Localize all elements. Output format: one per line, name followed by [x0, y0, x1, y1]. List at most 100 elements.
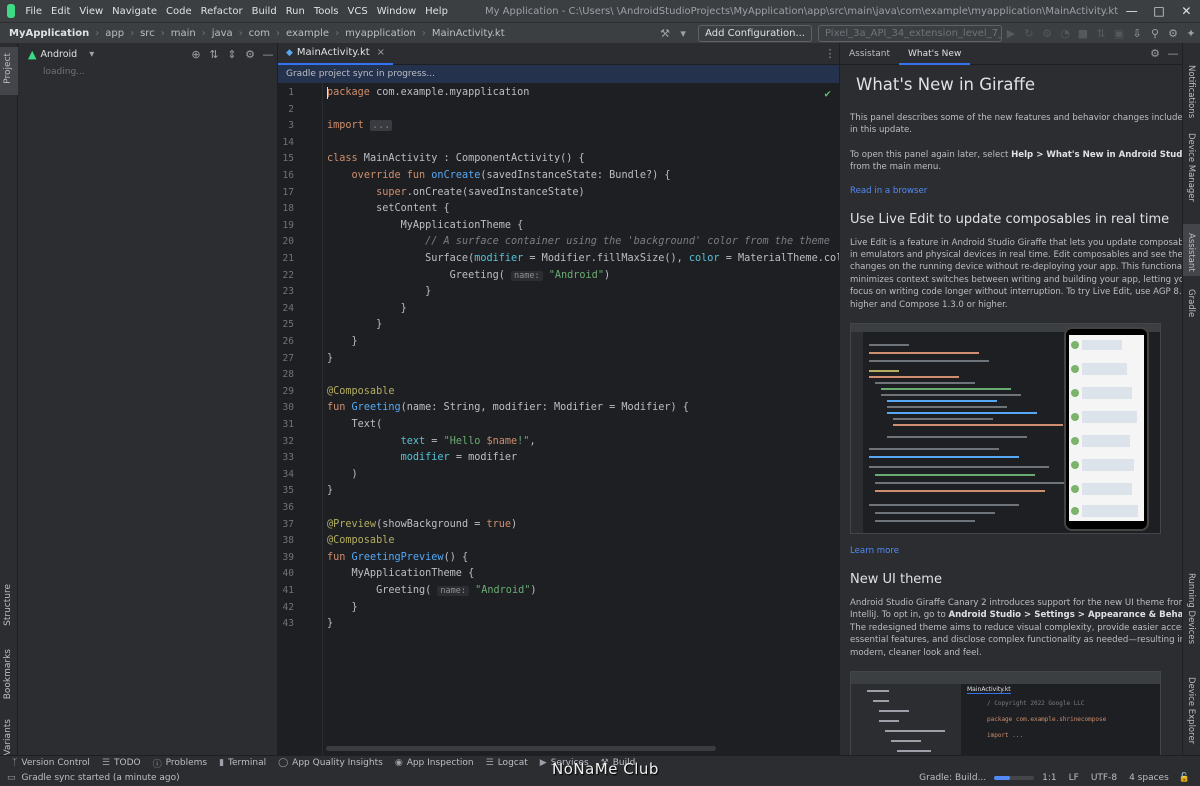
breadcrumb-item[interactable]: MyApplication — [9, 28, 89, 39]
menu-edit[interactable]: Edit — [51, 6, 70, 17]
version-control-tool[interactable]: ᛉ Version Control — [12, 758, 90, 768]
breadcrumb-item[interactable]: src — [140, 28, 155, 39]
todo-tool[interactable]: ☰ TODO — [102, 758, 141, 768]
app-inspection-tool[interactable]: ◉ App Inspection — [395, 758, 474, 768]
collapse-all-icon[interactable]: ⇕ — [223, 48, 241, 61]
assistant-tool-button[interactable]: Assistant — [1186, 233, 1196, 272]
stop-icon[interactable]: ■ — [1074, 27, 1092, 40]
code-line[interactable]: MyApplicationTheme { — [327, 568, 475, 579]
code-line[interactable]: Surface(modifier = Modifier.fillMaxSize(… — [327, 253, 867, 264]
code-line[interactable]: } — [327, 336, 358, 347]
menu-build[interactable]: Build — [252, 6, 277, 17]
lock-icon[interactable]: 🔓 — [1179, 773, 1190, 783]
code-line[interactable]: // A surface container using the 'backgr… — [327, 236, 830, 247]
minimize-icon[interactable]: — — [1118, 0, 1145, 22]
expand-all-icon[interactable]: ⇅ — [205, 48, 223, 61]
project-view-selector[interactable]: Android — [40, 49, 77, 60]
logcat-tool[interactable]: ☰ Logcat — [486, 758, 528, 768]
menu-vcs[interactable]: VCS — [348, 6, 368, 17]
bookmarks-tool-button[interactable]: Bookmarks — [3, 649, 13, 699]
caret-position[interactable]: 1:1 — [1042, 773, 1056, 783]
event-log-icon[interactable]: ▭ — [7, 773, 16, 783]
more-icon[interactable]: ⋮ — [821, 47, 839, 60]
menu-window[interactable]: Window — [377, 6, 416, 17]
code-line[interactable]: } — [327, 353, 333, 364]
locate-file-icon[interactable]: ⊕ — [187, 48, 205, 61]
close-icon[interactable]: ✕ — [1173, 0, 1200, 22]
hide-panel-icon[interactable]: — — [1164, 47, 1182, 60]
code-line[interactable]: text = "Hello $name!", — [327, 436, 536, 447]
background-task[interactable]: Gradle: Build... — [919, 773, 986, 783]
code-line[interactable]: Text( — [327, 419, 383, 430]
hide-panel-icon[interactable]: — — [259, 48, 277, 61]
dropdown-arrow-icon[interactable]: ▾ — [674, 27, 692, 40]
notifications-tool-button[interactable]: Notifications — [1186, 65, 1196, 118]
tab-assistant[interactable]: Assistant — [840, 43, 899, 65]
breadcrumb-item[interactable]: main — [171, 28, 196, 39]
breadcrumb-item[interactable]: com — [249, 28, 270, 39]
sync-gradle-icon[interactable]: ⇅ — [1092, 27, 1110, 40]
code-line[interactable]: super.onCreate(savedInstanceState) — [327, 187, 585, 198]
app-quality-insights-tool[interactable]: ◯ App Quality Insights — [278, 758, 383, 768]
menu-run[interactable]: Run — [286, 6, 305, 17]
code-line[interactable]: } — [327, 485, 333, 496]
code-line[interactable]: fun GreetingPreview() { — [327, 552, 468, 563]
tab-mainactivity[interactable]: ◆ MainActivity.kt × — [278, 43, 394, 65]
settings-icon[interactable]: ⚙ — [1164, 27, 1182, 40]
line-separator[interactable]: LF — [1069, 773, 1079, 783]
code-line[interactable]: setContent { — [327, 203, 450, 214]
apply-changes-icon[interactable]: ↻ — [1020, 27, 1038, 40]
menu-refactor[interactable]: Refactor — [201, 6, 243, 17]
menu-code[interactable]: Code — [166, 6, 192, 17]
problems-tool[interactable]: ⓘ Problems — [153, 757, 208, 770]
code-line[interactable]: class MainActivity : ComponentActivity()… — [327, 153, 585, 164]
code-line[interactable]: override fun onCreate(savedInstanceState… — [327, 170, 671, 181]
add-configuration-button[interactable]: Add Configuration... — [698, 24, 812, 42]
chevron-down-icon[interactable]: ▾ — [89, 49, 94, 60]
menu-file[interactable]: File — [25, 6, 42, 17]
code-line[interactable]: package com.example.myapplication — [327, 87, 529, 98]
code-line[interactable]: } — [327, 319, 382, 330]
code-line[interactable]: } — [327, 618, 333, 629]
gemini-icon[interactable]: ✦ — [1182, 27, 1200, 40]
device-explorer-tool-button[interactable]: Device Explorer — [1186, 677, 1196, 744]
device-selector[interactable]: Pixel_3a_API_34_extension_level_7_x86 — [818, 24, 1002, 42]
profile-icon[interactable]: ◔ — [1056, 27, 1074, 40]
status-message[interactable]: Gradle sync started (a minute ago) — [22, 773, 180, 783]
gear-icon[interactable]: ⚙ — [1146, 47, 1164, 60]
indent-setting[interactable]: 4 spaces — [1129, 773, 1169, 783]
sdk-manager-icon[interactable]: ⇩ — [1128, 27, 1146, 40]
code-line[interactable]: ) — [327, 469, 358, 480]
code-line[interactable]: @Preview(showBackground = true) — [327, 519, 517, 530]
breadcrumb-item[interactable]: example — [286, 28, 329, 39]
code-area[interactable]: 1 package com.example.myapplication 2 3 impo… — [278, 83, 867, 755]
device-manager-tool-button[interactable]: Device Manager — [1186, 133, 1196, 202]
close-tab-icon[interactable]: × — [377, 47, 385, 58]
gear-icon[interactable]: ⚙ — [241, 48, 259, 61]
code-line[interactable]: MyApplicationTheme { — [327, 220, 524, 231]
debug-icon[interactable]: ⚙ — [1038, 27, 1056, 40]
structure-tool-button[interactable]: Structure — [3, 584, 13, 626]
run-icon[interactable]: ▶ — [1002, 27, 1020, 40]
code-line[interactable]: modifier = modifier — [327, 452, 518, 463]
horizontal-scrollbar[interactable] — [326, 746, 716, 751]
code-line[interactable]: } — [327, 602, 358, 613]
code-line[interactable]: @Composable — [327, 386, 394, 397]
search-icon[interactable]: ⚲ — [1146, 27, 1164, 40]
code-line[interactable]: Greeting( name: "Android") — [327, 585, 536, 596]
code-line[interactable]: @Composable — [327, 535, 394, 546]
menu-help[interactable]: Help — [425, 6, 448, 17]
menu-view[interactable]: View — [79, 6, 103, 17]
code-line[interactable]: } — [327, 286, 431, 297]
learn-more-link[interactable]: Learn more — [850, 546, 1155, 556]
code-line[interactable]: import ... — [327, 120, 393, 132]
code-line[interactable]: Greeting( name: "Android") — [327, 270, 610, 281]
breadcrumb-item[interactable]: java — [212, 28, 233, 39]
project-tool-button[interactable]: Project — [3, 53, 13, 84]
maximize-icon[interactable]: □ — [1145, 0, 1172, 22]
code-line[interactable]: } — [327, 303, 407, 314]
menu-navigate[interactable]: Navigate — [112, 6, 157, 17]
breadcrumb-item[interactable]: myapplication — [345, 28, 416, 39]
menu-tools[interactable]: Tools — [314, 6, 339, 17]
terminal-tool[interactable]: ▮ Terminal — [219, 758, 266, 768]
